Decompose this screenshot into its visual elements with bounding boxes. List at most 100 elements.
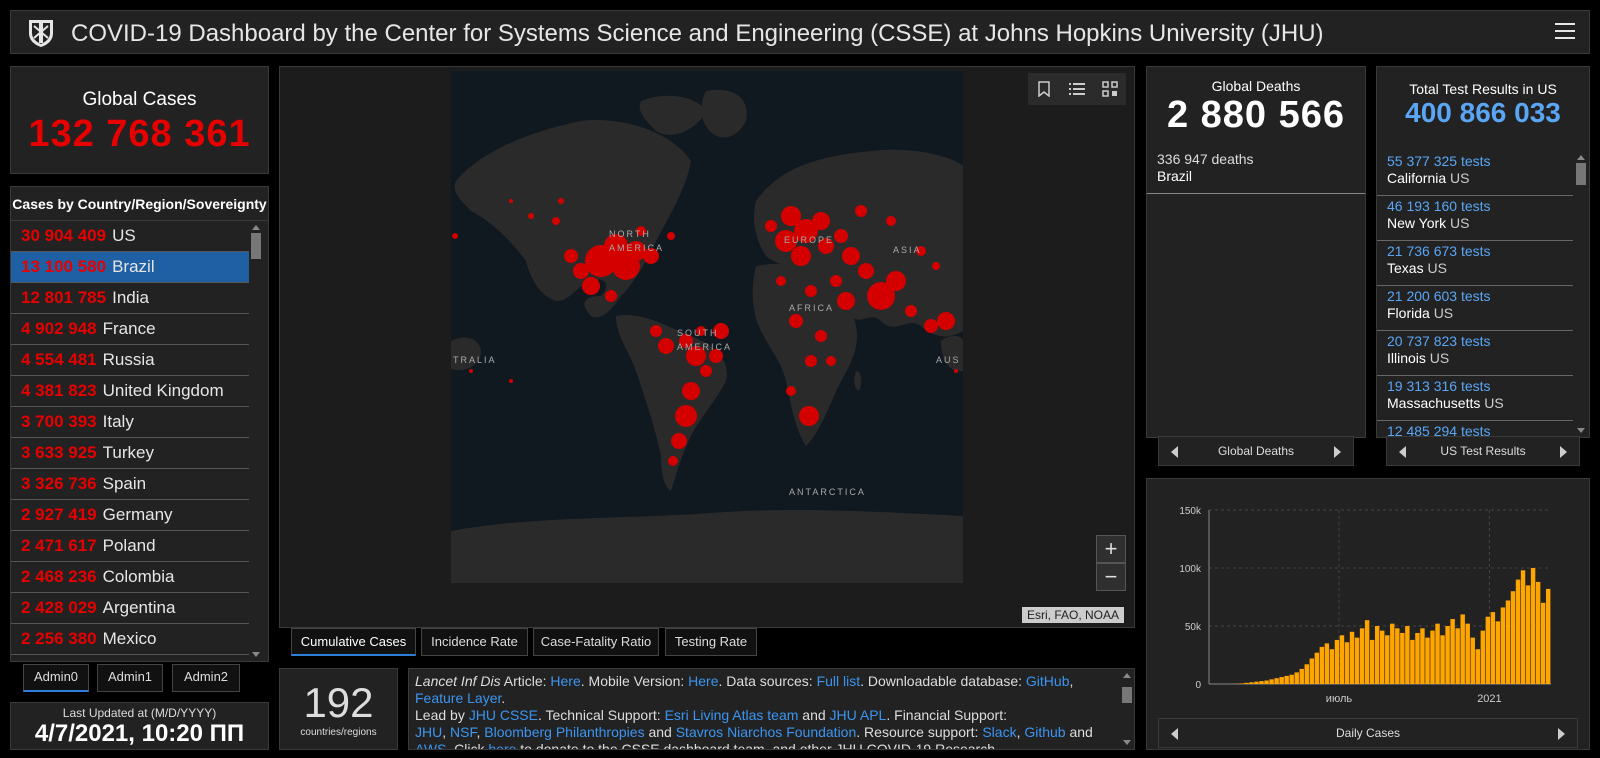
scrollbar-thumb[interactable]	[1576, 163, 1586, 185]
full-list-link[interactable]: Full list	[817, 673, 861, 689]
qr-grid-icon[interactable]	[1093, 73, 1126, 105]
country-list-item[interactable]: 4 381 823 United Kingdom	[11, 376, 251, 407]
tab-case-fatality-ratio[interactable]: Case-Fatality Ratio	[533, 628, 659, 656]
country-name: Spain	[102, 474, 147, 493]
country-case-count: 2 927 419	[21, 505, 97, 524]
chart-y-tick-label: 0	[1195, 680, 1201, 691]
scroll-down-icon[interactable]	[1577, 428, 1585, 433]
bloomberg-link[interactable]: Bloomberg Philanthropies	[484, 724, 644, 740]
country-list-panel: Cases by Country/Region/Sovereignty 30 9…	[10, 186, 269, 662]
country-list-item[interactable]: 2 471 617 Poland	[11, 531, 251, 562]
test-location: California US	[1387, 170, 1563, 187]
tab-incidence-rate[interactable]: Incidence Rate	[421, 628, 528, 656]
chevron-left-icon[interactable]	[1399, 446, 1406, 458]
us-tests-list-item[interactable]: 55 377 325 tests California US	[1377, 151, 1573, 196]
us-tests-list-item[interactable]: 46 193 160 tests New York US	[1377, 196, 1573, 241]
country-list-item[interactable]: 13 100 580 Brazil	[11, 252, 251, 283]
deaths-list-item[interactable]: 336 947 deaths Brazil	[1147, 143, 1365, 194]
scroll-down-icon[interactable]	[252, 652, 260, 657]
global-deaths-label: Global Deaths	[1211, 78, 1301, 94]
country-list-item[interactable]: 4 902 948 France	[11, 314, 251, 345]
nsf-link[interactable]: NSF	[450, 724, 476, 740]
jhu-apl-link[interactable]: JHU APL	[830, 707, 887, 723]
esri-team-link[interactable]: Esri Living Atlas team	[665, 707, 799, 723]
map-toolbar	[1028, 73, 1126, 105]
country-list-item[interactable]: 2 927 419 Germany	[11, 500, 251, 531]
chart-bar	[1344, 642, 1350, 684]
donate-link[interactable]: here	[488, 741, 516, 749]
scroll-up-icon[interactable]	[1123, 673, 1131, 678]
country-name: Mexico	[102, 629, 157, 648]
bookmark-icon[interactable]	[1028, 73, 1061, 105]
test-location: Illinois US	[1387, 350, 1563, 367]
chevron-left-icon[interactable]	[1171, 446, 1178, 458]
github2-link[interactable]: Github	[1024, 724, 1065, 740]
article-link[interactable]: Here	[550, 673, 580, 689]
country-name: Italy	[102, 412, 134, 431]
last-updated-panel: Last Updated at (M/D/YYYY) 4/7/2021, 10:…	[10, 702, 269, 750]
global-deaths-value: 2 880 566	[1166, 94, 1346, 136]
country-list-scrollbar[interactable]	[249, 221, 263, 661]
slack-link[interactable]: Slack	[982, 724, 1016, 740]
chevron-left-icon[interactable]	[1171, 728, 1178, 740]
country-list-item[interactable]: 3 633 925 Turkey	[11, 438, 251, 469]
us-tests-list-item[interactable]: 21 200 603 tests Florida US	[1377, 286, 1573, 331]
country-list-item[interactable]: 12 801 785 India	[11, 283, 251, 314]
country-list-item[interactable]: 3 326 736 Spain	[11, 469, 251, 500]
country-list-item[interactable]: 30 904 409 US	[11, 221, 251, 252]
map-panel[interactable]: NORTH AMERICA EUROPE ASIA AFRICA SOUTH A…	[279, 66, 1135, 628]
us-tests-list-item[interactable]: 20 737 823 tests Illinois US	[1377, 331, 1573, 376]
tab-admin2[interactable]: Admin2	[172, 664, 240, 692]
feature-layer-link[interactable]: Feature Layer	[415, 690, 501, 706]
scroll-up-icon[interactable]	[1577, 155, 1585, 160]
mobile-version-link[interactable]: Here	[688, 673, 718, 689]
chart-x-tick-label: 2021	[1477, 693, 1501, 705]
jhu-link[interactable]: JHU	[415, 724, 442, 740]
chart-bar	[1390, 623, 1395, 684]
chevron-right-icon[interactable]	[1558, 728, 1565, 740]
github-link[interactable]: GitHub	[1026, 673, 1070, 689]
aws-link[interactable]: AWS	[415, 741, 446, 749]
tab-testing-rate[interactable]: Testing Rate	[665, 628, 757, 656]
country-list-item[interactable]: 2 428 029 Argentina	[11, 593, 251, 624]
chart-bar	[1425, 637, 1430, 684]
chart-bar	[1450, 619, 1455, 684]
scroll-up-icon[interactable]	[252, 225, 260, 230]
zoom-out-button[interactable]: −	[1096, 563, 1126, 591]
chevron-right-icon[interactable]	[1560, 446, 1567, 458]
scroll-down-icon[interactable]	[1123, 740, 1131, 745]
us-tests-list-item[interactable]: 21 736 673 tests Texas US	[1377, 241, 1573, 286]
chart-bar	[1309, 658, 1315, 684]
chart-bar	[1239, 683, 1244, 684]
info-text: . Technical Support:	[537, 707, 665, 723]
scrollbar-thumb[interactable]	[251, 233, 261, 259]
daily-cases-pager-label: Daily Cases	[1335, 726, 1401, 740]
stavros-link[interactable]: Stavros Niarchos Foundation	[676, 724, 857, 740]
map-label-america: AMERICA	[609, 243, 664, 253]
scrollbar-thumb[interactable]	[1122, 687, 1132, 703]
chart-bar	[1530, 568, 1536, 684]
chart-bar	[1369, 639, 1375, 684]
country-list-item[interactable]: 4 554 481 Russia	[11, 345, 251, 376]
tests-scrollbar[interactable]	[1574, 151, 1588, 437]
zoom-in-button[interactable]: +	[1096, 535, 1126, 563]
tab-admin1[interactable]: Admin1	[97, 664, 163, 692]
tab-cumulative-cases[interactable]: Cumulative Cases	[291, 628, 416, 656]
jhu-csse-link[interactable]: JHU CSSE	[469, 707, 538, 723]
us-tests-list-item[interactable]: 19 313 316 tests Massachusetts US	[1377, 376, 1573, 421]
country-list-item[interactable]: 3 700 393 Italy	[11, 407, 251, 438]
global-cases-panel: Global Cases 132 768 361	[10, 66, 269, 174]
hamburger-icon[interactable]	[1555, 23, 1575, 41]
country-count-panel: 192 countries/regions	[279, 668, 398, 750]
us-tests-panel: Total Test Results in US 400 866 033 55 …	[1376, 66, 1590, 438]
world-map[interactable]: NORTH AMERICA EUROPE ASIA AFRICA SOUTH A…	[451, 71, 963, 583]
test-location: Massachusetts US	[1387, 395, 1563, 412]
country-list-item[interactable]: 2 256 380 Mexico	[11, 624, 251, 655]
list-icon[interactable]	[1061, 73, 1094, 105]
chart-bar	[1430, 630, 1435, 684]
info-scrollbar[interactable]	[1120, 669, 1134, 749]
chevron-right-icon[interactable]	[1334, 446, 1341, 458]
chart-bar	[1244, 682, 1249, 684]
tab-admin0[interactable]: Admin0	[23, 664, 89, 692]
country-list-item[interactable]: 2 468 236 Colombia	[11, 562, 251, 593]
